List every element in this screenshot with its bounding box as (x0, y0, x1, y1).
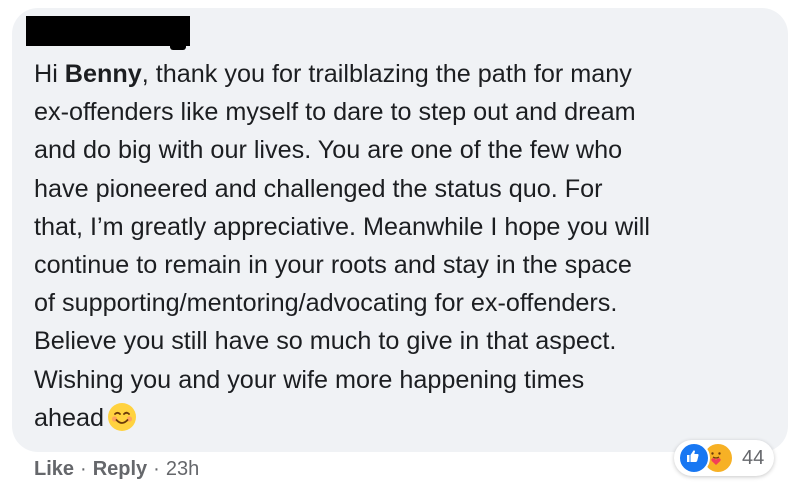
comment-line-2: ex-offenders like myself to dare to step… (34, 98, 636, 127)
separator-dot: · (80, 458, 87, 480)
comment-line-7: of supporting/mentoring/advocating for e… (34, 289, 618, 318)
comment-line-8: Believe you still have so much to give i… (34, 327, 617, 356)
comment-line-6: continue to remain in your roots and sta… (34, 251, 632, 280)
like-icon (678, 442, 710, 474)
comment-line-9: Wishing you and your wife more happening… (34, 365, 585, 394)
smiling-face-with-smiling-eyes-icon (108, 402, 137, 431)
redacted-author-name-tail (170, 46, 186, 50)
like-button[interactable]: Like (34, 458, 74, 481)
comment-line-10: ahead (34, 399, 774, 437)
comment-actions: Like · Reply · 23h (34, 458, 199, 481)
comment-line-1: Hi Benny, thank you for trailblazing the… (34, 55, 774, 93)
greeting-text: Hi (34, 60, 65, 88)
reactions-summary[interactable]: 44 (674, 440, 775, 476)
redacted-author-name (26, 16, 190, 46)
reaction-count: 44 (742, 446, 765, 469)
comment-line-3: and do big with our lives. You are one o… (34, 136, 623, 165)
separator-dot: · (153, 458, 160, 480)
comment-text: Hi Benny, thank you for trailblazing the… (34, 55, 774, 437)
comment-line-1-text: , thank you for trailblazing the path fo… (141, 60, 632, 88)
timestamp-link[interactable]: 23h (166, 458, 199, 481)
comment-line-5: that, I’m greatly appreciative. Meanwhil… (34, 212, 650, 241)
reply-button[interactable]: Reply (93, 458, 147, 481)
comment-line-10-text: ahead (34, 403, 105, 432)
comment-line-4: have pioneered and challenged the status… (34, 174, 603, 203)
mention-link[interactable]: Benny (65, 60, 142, 88)
